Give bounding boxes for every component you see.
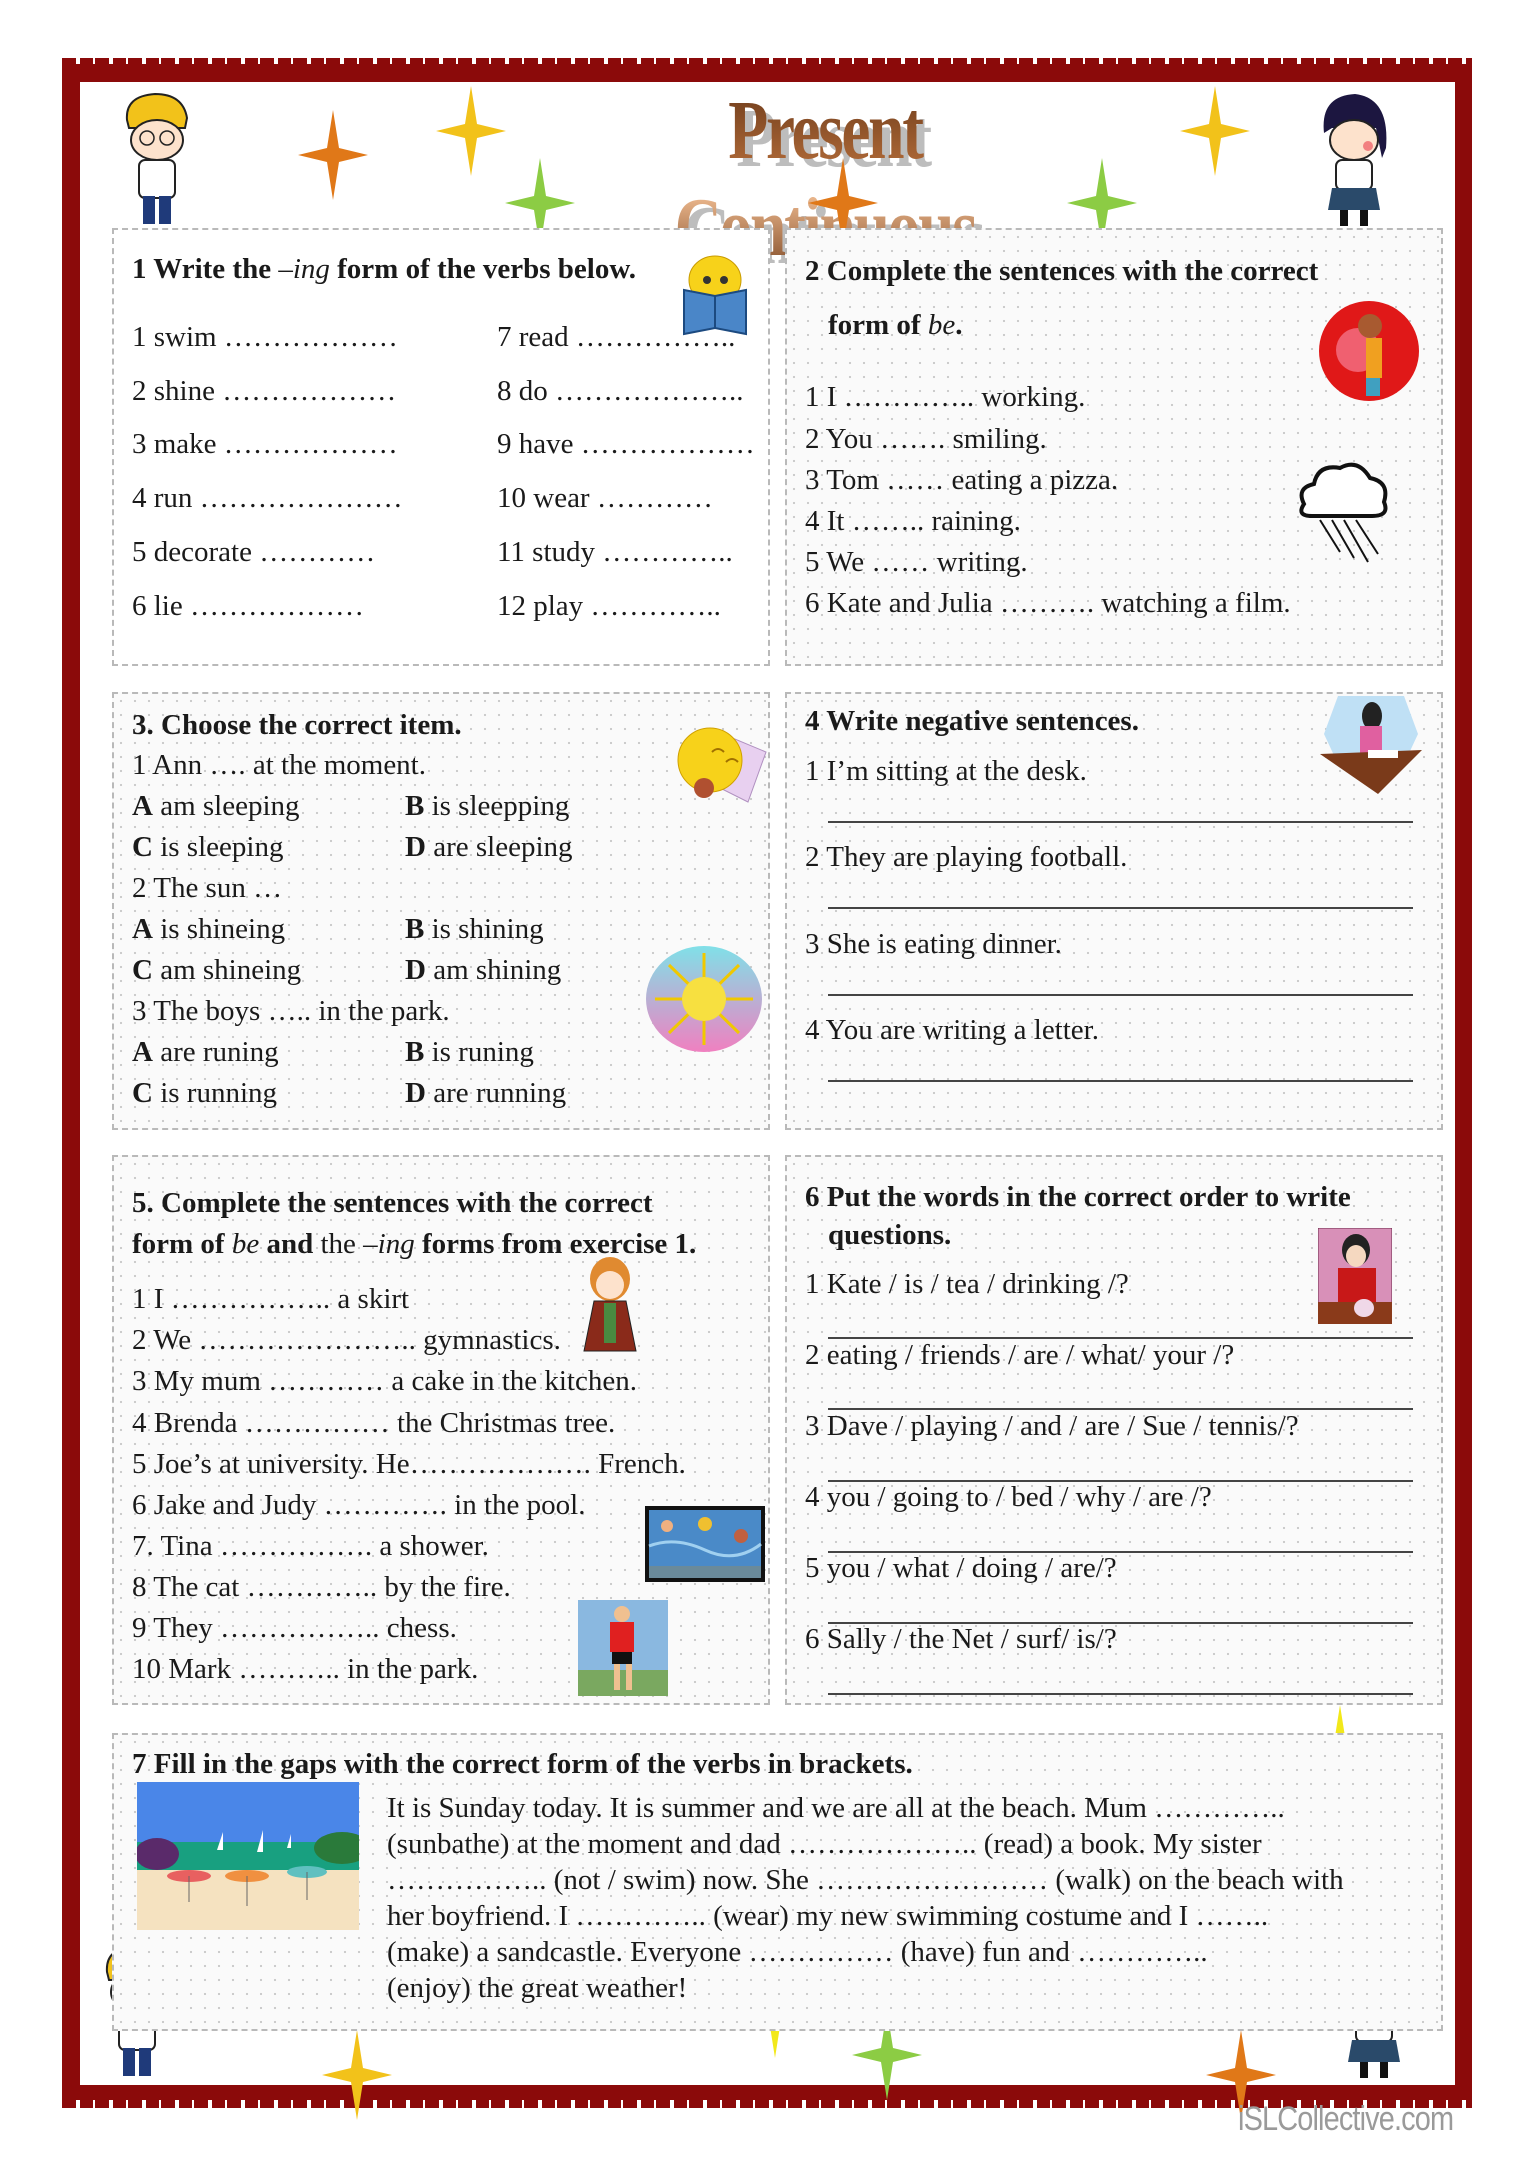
woman-drinking-tea-icon [1318,1228,1392,1324]
ex3-option-d[interactable]: D are sleeping [405,828,573,866]
ex3-option-d[interactable]: D are running [405,1074,566,1112]
ex4-sentence: 1 I’m sitting at the desk. [805,755,1087,787]
exercise-6-heading: 6 Put the words in the correct order to … [805,1181,1351,1213]
ex3-option-a[interactable]: A am sleeping [132,787,300,825]
ex3-option-a[interactable]: A are runing [132,1033,279,1071]
ex5-item[interactable]: 4 Brenda …………… the Christmas tree. [132,1404,615,1442]
ex2-item[interactable]: 4 It …….. raining. [805,502,1021,540]
star-icon [298,110,368,200]
answer-line[interactable] [828,821,1413,823]
ex5-item[interactable]: 7. Tina ……………. a shower. [132,1527,489,1565]
ex4-sentence: 2 They are playing football. [805,841,1128,873]
sun-icon [646,946,762,1052]
ex5-item[interactable]: 10 Mark ……….. in the park. [132,1650,478,1688]
ex1-item[interactable]: 2 shine ……………… [132,372,396,410]
star-icon [1180,86,1250,176]
ex6-item: 4 you / going to / bed / why / are /? [805,1481,1212,1513]
answer-line[interactable] [828,1693,1413,1695]
ex5-item[interactable]: 6 Jake and Judy …………. in the pool. [132,1486,585,1524]
exercise-4-heading: 4 Write negative sentences. [805,705,1139,737]
ex6-item: 2 eating / friends / are / what/ your /? [805,1339,1235,1371]
exercise-6-heading-line2: questions. [828,1219,952,1251]
ex1-item[interactable]: 9 have ……………… [497,425,755,463]
ex1-item[interactable]: 3 make ……………… [132,425,398,463]
ex7-line[interactable]: (make) a sandcastle. Everyone …………… (hav… [387,1934,1417,1970]
ex3-question: 1 Ann …. at the moment. [132,749,426,781]
ex6-item: 5 you / what / doing / are/? [805,1552,1117,1584]
sleeping-moon-icon [677,727,767,803]
answer-line[interactable] [828,994,1413,996]
girl-in-dress-icon [583,1257,637,1352]
watermark: iSLCollective.com [1238,2100,1454,2138]
boy-cartoon-icon [125,92,189,224]
boy-eating-pizza-icon [1319,301,1419,401]
ex3-option-c[interactable]: C is running [132,1074,277,1112]
exercise-7-heading: 7 Fill in the gaps with the correct form… [132,1748,913,1780]
ex3-question: 2 The sun … [132,872,283,904]
ex4-sentence: 4 You are writing a letter. [805,1014,1099,1046]
ex1-item[interactable]: 1 swim ……………… [132,318,398,356]
ex3-question: 3 The boys ….. in the park. [132,995,450,1027]
girl-cartoon-icon [1323,94,1387,226]
ex6-item: 1 Kate / is / tea / drinking /? [805,1268,1129,1300]
ex4-sentence: 3 She is eating dinner. [805,928,1062,960]
ex6-item: 3 Dave / playing / and / are / Sue / ten… [805,1410,1299,1442]
ex7-line[interactable]: her boyfriend. I ………….. (wear) my new sw… [387,1898,1417,1934]
answer-line[interactable] [828,907,1413,909]
ex3-option-c[interactable]: C am shineing [132,951,301,989]
ex5-item[interactable]: 2 We ………………….. gymnastics. [132,1321,561,1359]
ex2-item[interactable]: 3 Tom …… eating a pizza. [805,461,1118,499]
ex2-item[interactable]: 1 I ………….. working. [805,378,1085,416]
ex7-line[interactable]: (enjoy) the great weather! [387,1970,1417,2006]
ex1-item[interactable]: 8 do ……………….. [497,372,744,410]
ex6-item: 6 Sally / the Net / surf/ is/? [805,1623,1117,1655]
ex5-item[interactable]: 3 My mum ………… a cake in the kitchen. [132,1362,637,1400]
ex3-option-b[interactable]: B is runing [405,1033,534,1071]
frame-torn-edge-top [62,58,1472,64]
ex3-option-b[interactable]: B is sleepping [405,787,569,825]
ex3-option-b[interactable]: B is shining [405,910,544,948]
ex7-line[interactable]: It is Sunday today. It is summer and we … [387,1790,1417,1826]
ex1-item[interactable]: 7 read …………….. [497,318,735,356]
ex7-line[interactable]: (sunbathe) at the moment and dad ……………….… [387,1826,1417,1862]
ex7-line[interactable]: …………….. (not / swim) now. She …………………… (… [387,1862,1417,1898]
ex3-option-d[interactable]: D am shining [405,951,561,989]
star-icon [322,2030,392,2120]
swimmers-icon [645,1506,765,1582]
ex5-item[interactable]: 9 They …………….. chess. [132,1609,457,1647]
ex2-item[interactable]: 5 We …… writing. [805,543,1028,581]
ex5-item[interactable]: 5 Joe’s at university. He………………. French. [132,1445,686,1483]
ex5-item[interactable]: 8 The cat ………….. by the fire. [132,1568,511,1606]
ex7-paragraph: It is Sunday today. It is summer and we … [387,1790,1417,2006]
beach-scene-icon [137,1782,359,1930]
ex1-item[interactable]: 5 decorate ………… [132,533,375,571]
girl-at-desk-icon [1320,696,1422,794]
ex1-item[interactable]: 6 lie ……………… [132,587,364,625]
exercise-5-heading: 5. Complete the sentences with the corre… [132,1187,653,1219]
ex2-item[interactable]: 2 You ……. smiling. [805,420,1047,458]
exercise-2-heading-line2: form of be. [828,309,963,341]
ex1-item[interactable]: 10 wear ………… [497,479,713,517]
ex5-item[interactable]: 1 I …………….. a skirt [132,1280,409,1318]
ex3-option-c[interactable]: C is sleeping [132,828,283,866]
runner-icon [578,1600,668,1696]
exercise-3-heading: 3. Choose the correct item. [132,709,462,741]
ex1-item[interactable]: 11 study ………….. [497,533,733,571]
star-icon [436,86,506,176]
ex1-item[interactable]: 4 run ………………… [132,479,403,517]
ex3-option-a[interactable]: A is shineing [132,910,285,948]
rain-cloud-icon [1299,462,1388,563]
ex2-item[interactable]: 6 Kate and Julia ………. watching a film. [805,584,1291,622]
exercise-2-heading: 2 Complete the sentences with the correc… [805,255,1319,287]
exercise-1-heading: 1 Write the –ing form of the verbs below… [132,253,636,285]
answer-line[interactable] [828,1080,1413,1082]
ex1-item[interactable]: 12 play ………….. [497,587,721,625]
